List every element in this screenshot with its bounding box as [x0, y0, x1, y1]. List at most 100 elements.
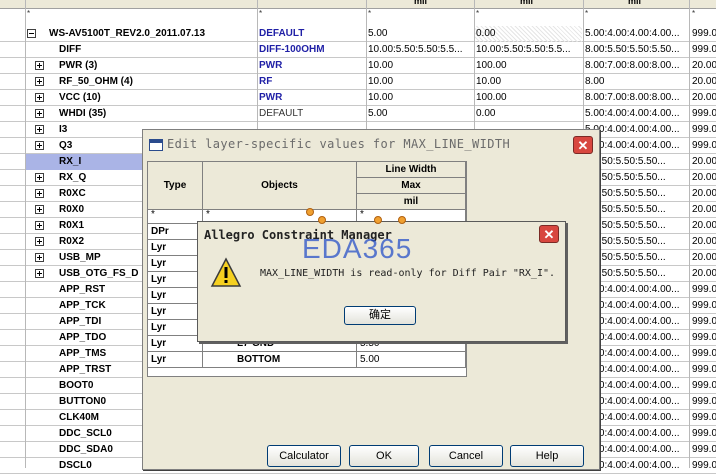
value-cell[interactable]: 999.0: [691, 378, 716, 394]
ok-button[interactable]: OK: [349, 445, 419, 467]
grid-line: [689, 0, 690, 468]
value-cell[interactable]: 100.00: [475, 58, 582, 74]
column-header-max[interactable]: Max: [357, 178, 466, 194]
net-name[interactable]: RF_50_OHM (4): [25, 74, 257, 90]
value-cell[interactable]: 5.00:4.00:4.00:4.00...: [584, 26, 689, 42]
value-cell[interactable]: 20.00: [691, 170, 716, 186]
cancel-button[interactable]: Cancel: [429, 445, 503, 467]
filter-cell[interactable]: *: [585, 9, 588, 18]
warning-icon: [210, 257, 242, 287]
value-cell[interactable]: 5.00: [357, 352, 466, 368]
value-cell[interactable]: 999.0: [691, 42, 716, 58]
table-row[interactable]: DIFF DIFF-100OHM 10.00:5.50:5.50:5.5... 10.…: [0, 42, 716, 58]
calculator-button[interactable]: Calculator: [267, 445, 341, 467]
cset-cell[interactable]: PWR: [258, 90, 365, 106]
value-cell[interactable]: 999.0: [691, 362, 716, 378]
help-button[interactable]: Help: [510, 445, 584, 467]
value-cell[interactable]: 20.00: [691, 202, 716, 218]
cset-cell[interactable]: PWR: [258, 58, 365, 74]
dialog-title-bar[interactable]: Edit layer-specific values for MAX_LINE_…: [143, 130, 599, 160]
net-name[interactable]: DIFF: [25, 42, 257, 58]
net-name[interactable]: VCC (10): [25, 90, 257, 106]
value-cell[interactable]: 10.00: [367, 58, 474, 74]
value-cell[interactable]: 5.00:4.00:4.00:4.00...: [584, 106, 689, 122]
value-cell[interactable]: 999.0: [691, 394, 716, 410]
type-cell[interactable]: Lyr: [148, 352, 203, 368]
cset-cell[interactable]: DEFAULT: [258, 26, 365, 42]
filter-cell[interactable]: *: [476, 9, 479, 18]
net-name[interactable]: WS-AV5100T_REV2.0_2011.07.13: [25, 26, 257, 42]
value-cell[interactable]: 999.0: [691, 426, 716, 442]
cset-cell[interactable]: DEFAULT: [258, 106, 365, 122]
table-row[interactable]: WHDI (35) DEFAULT 5.00 0.00 5.00:4.00:4.00:4…: [0, 106, 716, 122]
value-cell[interactable]: 8.00: [584, 74, 689, 90]
value-cell[interactable]: 999.0: [691, 346, 716, 362]
value-cell[interactable]: 0.00: [475, 26, 582, 42]
value-cell[interactable]: 10.00:5.50:5.50:5.5...: [367, 42, 474, 58]
value-cell[interactable]: 999.0: [691, 442, 716, 458]
column-header-line-width[interactable]: Line Width: [357, 162, 466, 178]
value-cell[interactable]: 8.00:7.00:8.00:8.00...: [584, 90, 689, 106]
value-cell[interactable]: 0.00: [475, 106, 582, 122]
type-cell[interactable]: DPr: [148, 224, 203, 240]
value-cell[interactable]: 100.00: [475, 90, 582, 106]
table-row[interactable]: RF_50_OHM (4) RF 10.00 10.00 8.00 20.00: [0, 74, 716, 90]
type-cell[interactable]: Lyr: [148, 272, 203, 288]
close-button[interactable]: ✕: [573, 136, 593, 154]
watermark: EDA365: [302, 233, 413, 264]
value-cell[interactable]: 8.00:5.50:5.50:5.50...: [584, 42, 689, 58]
value-cell[interactable]: 999.0: [691, 138, 716, 154]
type-cell[interactable]: Lyr: [148, 240, 203, 256]
filter-cell[interactable]: *: [368, 9, 371, 18]
value-cell[interactable]: 20.00: [691, 234, 716, 250]
value-cell[interactable]: 20.00: [691, 250, 716, 266]
value-cell[interactable]: 999.0: [691, 410, 716, 426]
value-cell[interactable]: 10.00: [367, 74, 474, 90]
value-cell[interactable]: 10.00:5.50:5.50:5.5...: [475, 42, 582, 58]
value-cell[interactable]: 20.00: [691, 186, 716, 202]
table-row[interactable]: WS-AV5100T_REV2.0_2011.07.13 DEFAULT 5.00 0…: [0, 26, 716, 42]
net-name[interactable]: WHDI (35): [25, 106, 257, 122]
value-cell[interactable]: 10.00: [367, 90, 474, 106]
column-header-objects[interactable]: Objects: [203, 162, 357, 210]
type-cell[interactable]: Lyr: [148, 256, 203, 272]
object-cell[interactable]: BOTTOM: [203, 352, 357, 368]
window-icon: [149, 139, 163, 151]
value-cell[interactable]: 5.00: [367, 26, 474, 42]
value-cell[interactable]: 20.00: [691, 154, 716, 170]
value-cell[interactable]: 20.00: [691, 266, 716, 282]
cset-cell[interactable]: RF: [258, 74, 365, 90]
value-cell[interactable]: 999.0: [691, 298, 716, 314]
column-header-unit: mil: [357, 194, 466, 210]
filter-cell[interactable]: *: [692, 9, 695, 18]
filter-cell[interactable]: *: [259, 9, 262, 18]
value-cell[interactable]: 8.00:7.00:8.00:8.00...: [584, 58, 689, 74]
value-cell[interactable]: 999.0: [691, 282, 716, 298]
type-cell[interactable]: Lyr: [148, 304, 203, 320]
value-cell[interactable]: 10.00: [475, 74, 582, 90]
value-cell[interactable]: 999.0: [691, 458, 716, 474]
confirm-button[interactable]: 确定: [344, 306, 416, 325]
value-cell[interactable]: 20.00: [691, 90, 716, 106]
value-cell[interactable]: 999.0: [691, 106, 716, 122]
filter-cell[interactable]: *: [27, 9, 30, 18]
type-cell[interactable]: Lyr: [148, 288, 203, 304]
value-cell[interactable]: 999.0: [691, 330, 716, 346]
net-name[interactable]: PWR (3): [25, 58, 257, 74]
unit-label: mil: [414, 0, 428, 6]
value-cell[interactable]: 999.0: [691, 314, 716, 330]
table-row[interactable]: PWR (3) PWR 10.00 100.00 8.00:7.00:8.00:8.00…: [0, 58, 716, 74]
table-row[interactable]: VCC (10) PWR 10.00 100.00 8.00:7.00:8.00:8.0…: [0, 90, 716, 106]
value-cell[interactable]: 999.0: [691, 122, 716, 138]
type-cell[interactable]: Lyr: [148, 336, 203, 352]
value-cell[interactable]: 20.00: [691, 58, 716, 74]
value-cell[interactable]: 20.00: [691, 218, 716, 234]
column-header-type[interactable]: Type: [148, 162, 203, 210]
value-cell[interactable]: 999.0: [691, 26, 716, 42]
filter-cell[interactable]: *: [148, 210, 203, 224]
type-cell[interactable]: Lyr: [148, 320, 203, 336]
close-button[interactable]: ✕: [539, 225, 559, 243]
value-cell[interactable]: 5.00: [367, 106, 474, 122]
value-cell[interactable]: 20.00: [691, 74, 716, 90]
cset-cell[interactable]: DIFF-100OHM: [258, 42, 365, 58]
